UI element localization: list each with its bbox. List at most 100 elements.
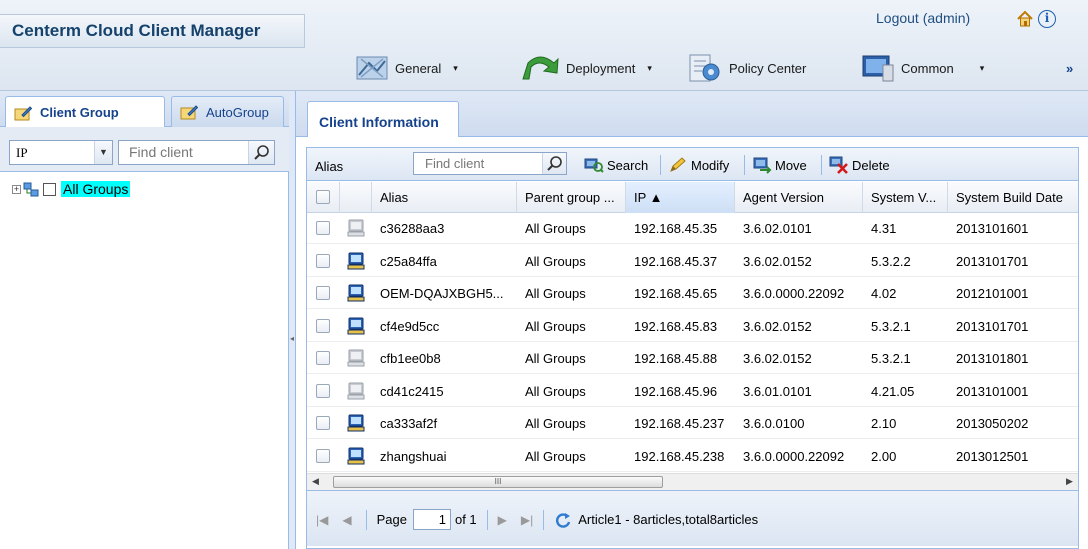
row-checkbox[interactable] bbox=[316, 448, 330, 463]
table-row[interactable]: c25a84ffa All Groups 192.168.45.37 3.6.02.0… bbox=[307, 246, 1078, 277]
info-icon[interactable]: i bbox=[1038, 10, 1056, 28]
edit-group-icon bbox=[14, 105, 32, 120]
select-all-checkbox[interactable] bbox=[316, 190, 330, 204]
tab-autogroup[interactable]: AutoGroup bbox=[171, 96, 284, 127]
client-online-icon bbox=[347, 317, 365, 334]
menu-more-button[interactable]: » bbox=[1066, 52, 1073, 84]
search-icon[interactable] bbox=[248, 141, 274, 164]
search-icon[interactable] bbox=[542, 153, 566, 174]
chevron-down-icon: ▾ bbox=[647, 62, 652, 73]
column-header-system-version[interactable]: System V... bbox=[863, 182, 948, 213]
table-row[interactable]: zhangshuai All Groups 192.168.45.238 3.6.0.… bbox=[307, 441, 1078, 472]
cell-agent-version: 3.6.0.0000.22092 bbox=[743, 448, 845, 464]
chevron-down-icon: ▾ bbox=[979, 62, 985, 73]
chevron-down-icon[interactable]: ▼ bbox=[94, 141, 112, 164]
column-header-ip[interactable]: IP ▲ bbox=[626, 182, 735, 213]
row-checkbox[interactable] bbox=[316, 351, 330, 365]
cell-system-version: 4.31 bbox=[871, 221, 897, 236]
cell-system-build-date: 2013050202 bbox=[956, 416, 1029, 431]
filter-type-select[interactable]: IP ▼ bbox=[9, 140, 113, 165]
toolbar-separator bbox=[660, 155, 661, 175]
delete-icon bbox=[829, 156, 848, 174]
button-label: Move bbox=[775, 157, 807, 173]
tree-checkbox[interactable] bbox=[43, 182, 56, 196]
table-row[interactable]: cd41c2415 All Groups 192.168.45.96 3.6.01.0… bbox=[307, 376, 1078, 407]
table-row[interactable]: cfb1ee0b8 All Groups 192.168.45.88 3.6.02.0… bbox=[307, 343, 1078, 374]
row-checkbox[interactable] bbox=[316, 318, 330, 333]
scroll-right-icon[interactable]: ▶ bbox=[1066, 476, 1073, 487]
menu-label: General bbox=[395, 60, 442, 76]
row-checkbox[interactable] bbox=[316, 221, 330, 235]
cell-agent-version: 3.6.02.0101 bbox=[743, 221, 812, 236]
page-label: Page bbox=[376, 512, 407, 527]
pencil-icon bbox=[670, 157, 686, 172]
first-page-icon[interactable]: |◀ bbox=[316, 513, 328, 527]
menu-general[interactable]: General ▾ bbox=[355, 52, 458, 84]
client-online-icon bbox=[347, 447, 365, 464]
scrollbar-thumb[interactable]: III bbox=[333, 476, 663, 488]
column-header-agent-version[interactable]: Agent Version bbox=[735, 182, 863, 213]
table-row[interactable]: cf4e9d5cc All Groups 192.168.45.83 3.6.02.0… bbox=[307, 311, 1078, 342]
logout-link[interactable]: Logout (admin) bbox=[876, 10, 970, 26]
delete-button[interactable]: Delete bbox=[829, 155, 890, 175]
search-button[interactable]: Search bbox=[584, 155, 648, 175]
modify-button[interactable]: Modify bbox=[668, 155, 729, 175]
select-all-column[interactable] bbox=[307, 182, 340, 213]
collapse-handle-icon[interactable]: ◂ bbox=[290, 334, 295, 344]
general-icon bbox=[356, 56, 388, 80]
column-header-system-build-date[interactable]: System Build Date bbox=[948, 182, 1078, 213]
menu-common[interactable]: Common ▾ bbox=[861, 52, 984, 84]
cell-agent-version: 3.6.0.0000.22092 bbox=[743, 286, 845, 301]
cell-system-version: 4.02 bbox=[871, 286, 897, 301]
expand-icon[interactable]: + bbox=[12, 184, 21, 194]
client-online-icon bbox=[347, 414, 365, 432]
menu-policy-center[interactable]: Policy Center bbox=[687, 52, 806, 84]
button-label: Modify bbox=[691, 157, 730, 173]
next-page-icon[interactable]: ▶ bbox=[498, 513, 507, 527]
prev-page-icon[interactable]: ◀ bbox=[342, 513, 351, 527]
row-checkbox[interactable] bbox=[316, 383, 330, 398]
client-offline-icon bbox=[347, 219, 365, 237]
table-row[interactable]: OEM-DQAJXBGH5... All Groups 192.168.45.65 3… bbox=[307, 278, 1078, 309]
client-online-icon bbox=[347, 284, 365, 302]
row-checkbox[interactable] bbox=[316, 416, 330, 430]
cell-agent-version: 3.6.02.0152 bbox=[743, 253, 812, 269]
cell-parent-group: All Groups bbox=[525, 416, 586, 431]
cell-system-version: 5.3.2.1 bbox=[871, 318, 911, 334]
table-row[interactable]: ca333af2f All Groups 192.168.45.237 3.6.0.0… bbox=[307, 408, 1078, 439]
cell-system-build-date: 2013101601 bbox=[956, 221, 1029, 236]
row-checkbox[interactable] bbox=[316, 253, 330, 268]
row-checkbox[interactable] bbox=[316, 286, 330, 300]
cell-parent-group: All Groups bbox=[525, 253, 586, 269]
last-page-icon[interactable]: ▶| bbox=[521, 513, 533, 527]
splitter[interactable] bbox=[289, 91, 296, 549]
tree-node-all-groups[interactable]: + All Groups bbox=[12, 181, 131, 197]
menu-deployment[interactable]: Deployment ▾ bbox=[520, 52, 652, 84]
cell-alias: c25a84ffa bbox=[380, 253, 437, 269]
page-number-input[interactable]: 1 bbox=[412, 509, 451, 530]
move-button[interactable]: Move bbox=[752, 155, 807, 175]
cell-agent-version: 3.6.02.0152 bbox=[743, 318, 812, 334]
tab-client-group[interactable]: Client Group bbox=[5, 96, 165, 128]
cell-alias: cfb1ee0b8 bbox=[380, 351, 441, 366]
status-column-header bbox=[340, 182, 372, 213]
sidebar-search-input[interactable]: Find client bbox=[118, 140, 275, 165]
toolbar-separator bbox=[744, 155, 745, 175]
table-row[interactable]: c36288aa3 All Groups 192.168.45.35 3.6.02.0… bbox=[307, 213, 1078, 244]
cell-ip: 192.168.45.88 bbox=[634, 351, 718, 366]
scroll-left-icon[interactable]: ◀ bbox=[312, 476, 319, 487]
cell-ip: 192.168.45.83 bbox=[634, 318, 718, 334]
cell-ip: 192.168.45.96 bbox=[634, 383, 718, 399]
column-header-alias[interactable]: Alias bbox=[372, 182, 517, 213]
refresh-icon[interactable] bbox=[554, 511, 572, 529]
cell-agent-version: 3.6.02.0152 bbox=[743, 351, 812, 366]
column-header-parent-group[interactable]: Parent group ... bbox=[517, 182, 626, 213]
move-icon bbox=[753, 157, 772, 174]
menu-label: Deployment bbox=[566, 60, 636, 76]
cell-alias: OEM-DQAJXBGH5... bbox=[380, 286, 504, 301]
home-icon[interactable] bbox=[1016, 10, 1034, 28]
cell-system-build-date: 2013012501 bbox=[956, 448, 1029, 464]
cell-system-version: 5.3.2.2 bbox=[871, 253, 911, 269]
grid-search-input[interactable]: Find client bbox=[413, 152, 567, 175]
tab-client-information[interactable]: Client Information bbox=[307, 101, 459, 137]
